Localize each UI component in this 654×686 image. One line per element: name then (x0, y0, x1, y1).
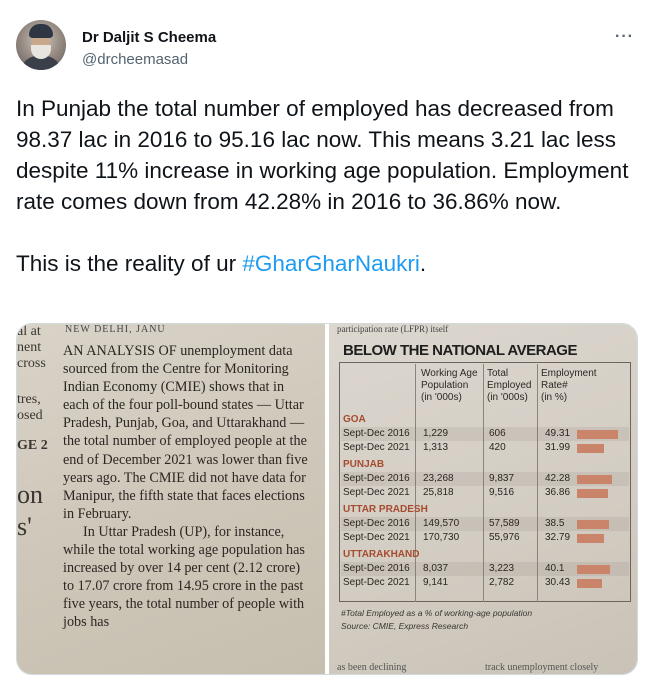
rate-bar (577, 489, 608, 498)
cell-rate: 30.43 (545, 577, 571, 588)
cell-wap: 1,229 (423, 428, 449, 439)
cell-rate: 32.79 (545, 532, 571, 543)
article-column: AN ANALYSIS OF unemployment data sourced… (63, 342, 313, 632)
article-paragraph: AN ANALYSIS OF unemployment data sourced… (63, 343, 308, 522)
margin-fragment: on (17, 480, 43, 509)
table-row: Sept-Dec 2021 1,313 420 31.99 (341, 441, 629, 455)
avatar[interactable] (16, 20, 66, 70)
author-name[interactable]: Dr Daljit S Cheema (82, 29, 216, 46)
tweet-trailing: . (419, 251, 427, 276)
margin-fragment: cross (17, 356, 46, 371)
cell-rate: 40.1 (545, 563, 565, 574)
margin-fragment: GE 2 (17, 438, 48, 453)
footnote: #Total Employed as a % of working-age po… (341, 608, 533, 618)
tweet-text: In Punjab the total number of employed h… (16, 93, 638, 279)
cell-period: Sept-Dec 2016 (343, 473, 410, 484)
rate-bar (577, 579, 602, 588)
bottom-fragment: as been declining (337, 662, 407, 673)
table-row: Sept-Dec 2016 8,037 3,223 40.1 (341, 562, 629, 576)
newspaper-photo-table[interactable]: participation rate (LFPR) itself BELOW T… (329, 324, 637, 674)
table-row: Sept-Dec 2016 1,229 606 49.31 (341, 427, 629, 441)
state-label: UTTARAKHAND (343, 549, 420, 560)
bottom-fragment: track unemployment closely (485, 662, 599, 673)
cell-period: Sept-Dec 2021 (343, 442, 410, 453)
cell-emp: 55,976 (489, 532, 520, 543)
cell-period: Sept-Dec 2016 (343, 518, 410, 529)
cell-period: Sept-Dec 2016 (343, 428, 410, 439)
rate-bar (577, 475, 612, 484)
header-total-employed: Total Employed (in '000s) (487, 368, 532, 403)
margin-fragment: s' (17, 512, 32, 541)
rate-bar (577, 430, 618, 439)
table-top-fragment: participation rate (LFPR) itself (337, 324, 449, 334)
cell-rate: 36.86 (545, 487, 571, 498)
table-row: Sept-Dec 2016 23,268 9,837 42.28 (341, 472, 629, 486)
table-title: BELOW THE NATIONAL AVERAGE (343, 342, 577, 359)
state-label: GOA (343, 414, 366, 425)
author-handle[interactable]: @drcheemasad (82, 51, 188, 68)
cell-period: Sept-Dec 2021 (343, 532, 410, 543)
table-row: Sept-Dec 2016 149,570 57,589 38.5 (341, 517, 629, 531)
tweet-header: Dr Daljit S Cheema @drcheemasad ··· (16, 20, 638, 80)
cell-rate: 42.28 (545, 473, 571, 484)
margin-fragment: nent (17, 340, 42, 355)
article-paragraph: In Uttar Pradesh (UP), for instance, whi… (63, 523, 305, 631)
cell-rate: 49.31 (545, 428, 571, 439)
rate-bar (577, 565, 610, 574)
cell-emp: 9,837 (489, 473, 515, 484)
cell-emp: 57,589 (489, 518, 520, 529)
cell-wap: 23,268 (423, 473, 454, 484)
cell-period: Sept-Dec 2021 (343, 577, 410, 588)
rate-bar (577, 520, 609, 529)
table-row: Sept-Dec 2021 25,818 9,516 36.86 (341, 486, 629, 500)
cell-emp: 9,516 (489, 487, 515, 498)
cell-wap: 9,141 (423, 577, 449, 588)
margin-fragment: osed (17, 408, 43, 423)
table-row: Sept-Dec 2021 170,730 55,976 32.79 (341, 531, 629, 545)
cell-wap: 8,037 (423, 563, 449, 574)
cell-period: Sept-Dec 2021 (343, 487, 410, 498)
more-options-icon[interactable]: ··· (615, 28, 634, 46)
cell-wap: 1,313 (423, 442, 449, 453)
newspaper-photo-article[interactable]: NEW DELHI, JANU al at nent cross tres, o… (17, 324, 325, 674)
rate-bar (577, 444, 604, 453)
rate-bar (577, 534, 604, 543)
header-working-age: Working Age Population (in '000s) (421, 368, 478, 403)
cell-wap: 170,730 (423, 532, 460, 543)
hashtag-link[interactable]: #GharGharNaukri (242, 251, 420, 276)
article-top-fragment: NEW DELHI, JANU (65, 324, 166, 335)
cell-rate: 38.5 (545, 518, 565, 529)
cell-emp: 606 (489, 428, 506, 439)
margin-fragment: al at (17, 324, 41, 339)
cell-rate: 31.99 (545, 442, 571, 453)
table-row: Sept-Dec 2021 9,141 2,782 30.43 (341, 576, 629, 590)
cell-emp: 420 (489, 442, 506, 453)
source-note: Source: CMIE, Express Research (341, 621, 469, 631)
state-label: PUNJAB (343, 459, 385, 470)
cell-wap: 25,818 (423, 487, 454, 498)
state-label: UTTAR PRADESH (343, 504, 428, 515)
cell-emp: 3,223 (489, 563, 515, 574)
cell-emp: 2,782 (489, 577, 515, 588)
tweet-body: In Punjab the total number of employed h… (16, 96, 629, 276)
header-employment-rate: Employment Rate# (in %) (541, 368, 597, 403)
cell-wap: 149,570 (423, 518, 460, 529)
cell-period: Sept-Dec 2016 (343, 563, 410, 574)
margin-fragment: tres, (17, 392, 41, 407)
tweet-media[interactable]: NEW DELHI, JANU al at nent cross tres, o… (16, 323, 638, 675)
